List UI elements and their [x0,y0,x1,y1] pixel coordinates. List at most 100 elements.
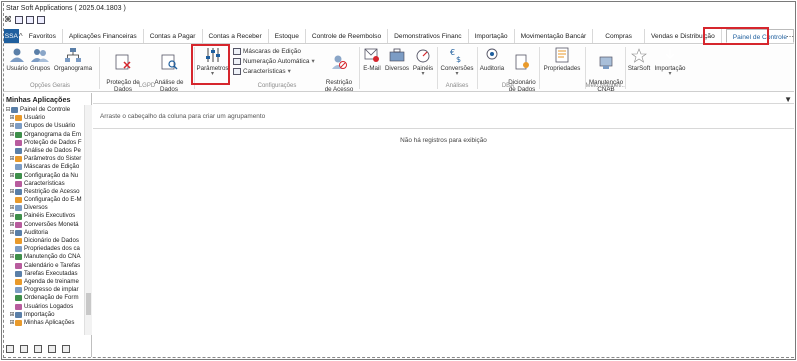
grid-icon[interactable] [15,16,23,24]
tab-estoque[interactable]: Estoque [269,29,306,43]
sidebar-item[interactable]: ⊟ Painel de Controle [5,106,84,114]
tree-item-icon [15,188,22,195]
sidebar-item[interactable]: ⊞ Diversos [5,204,84,212]
sidebar-item[interactable]: ⊞ Configuração da Nu [5,172,84,180]
email-button[interactable]: E-Mail [361,47,383,72]
sidebar: Minhas Aplicações ⊟ Painel de Controle ⊞ Us… [4,93,92,357]
sidebar-item[interactable]: Calendário e Tarefas [5,262,84,270]
tab-aplicacoes-financeiras[interactable]: Aplicações Financeiras [63,29,144,43]
group-label-dba: DBA [501,83,515,89]
sidebar-item[interactable]: ⊞ Minhas Aplicações [5,319,84,327]
org-chart-icon [65,48,81,62]
app-menu-icon[interactable]: ⌘ [4,16,12,24]
toolbox-icon [389,48,405,62]
sidebar-item-label: Características [24,179,65,187]
sidebar-item[interactable]: ⊞ Painéis Executivos [5,212,84,220]
table-icon[interactable] [26,16,34,24]
currency-conversion-icon: €$ [450,48,461,63]
save-icon[interactable] [6,345,14,353]
auditoria-button[interactable]: Auditoria [478,47,506,72]
conversoes-button[interactable]: € $ Conversões ▾ [439,47,475,77]
tree-item-icon [15,303,22,310]
sidebar-item[interactable]: Máscaras de Edição [5,163,84,171]
starsoft-button[interactable]: StarSoft [626,47,652,72]
sidebar-item[interactable]: ⊞ Organograma da Em [5,131,84,139]
tab-controle-de-reembolso[interactable]: Controle de Reembolso [306,29,389,43]
sidebar-item[interactable]: Usuários Logados [5,303,84,311]
sidebar-item-label: Usuário [24,114,45,122]
chart-icon[interactable] [48,345,56,353]
sidebar-item[interactable]: ⊞ Importação [5,311,84,319]
sidebar-tree: ⊟ Painel de Controle ⊞ Usuário ⊞ Grupos de Us… [5,106,84,327]
tab-importacao[interactable]: Importação [469,29,515,43]
importacao-button[interactable]: Importação ▾ [653,47,687,77]
sidebar-scrollbar[interactable] [84,105,92,335]
numeracao-automatica-button[interactable]: Numeração Automática ▾ [233,57,315,66]
sidebar-item-label: Máscaras de Edição [24,163,80,171]
grupos-button[interactable]: Grupos [29,47,51,72]
diversos-button[interactable]: Diversos [384,47,410,72]
group-separator [539,47,540,89]
tab-demonstrativos-financeiros[interactable]: Demonstrativos Financ [388,29,469,43]
sidebar-item[interactable]: ⊞ Manutenção do CNA [5,253,84,261]
tree-item-icon [15,123,22,130]
group-label-opcoes-gerais: Opções Gerais [29,83,71,89]
tree-item-icon [15,197,22,204]
grid-view-icon[interactable] [34,345,42,353]
print-icon[interactable] [20,345,28,353]
tab-contas-a-receber[interactable]: Contas a Receber [203,29,269,43]
sidebar-item[interactable]: ⊞ Restrição de Acesso [5,188,84,196]
sidebar-item[interactable]: Ordenação de Form [5,294,84,302]
sidebar-item[interactable]: Dicionário de Dados [5,237,84,245]
main-grid: ▼ Arraste o cabeçalho da coluna para cri… [93,93,794,357]
sidebar-footer-toolbar [6,345,70,353]
sidebar-item[interactable]: Configuração do E-M [5,196,84,204]
tree-item-icon [15,156,22,163]
tab-ssa[interactable]: SSA 2025 [4,29,19,55]
tree-item-icon [15,246,22,253]
tab-compras[interactable]: Compras [593,29,645,43]
dropdown-arrow-icon: ▾ [287,68,291,75]
sidebar-item[interactable]: Propriedades dos ca [5,245,84,253]
tree-item-icon [11,107,18,114]
dropdown-arrow-icon: ▾ [311,58,315,65]
usuario-button[interactable]: Usuário [6,47,28,72]
group-panel-hint[interactable]: Arraste o cabeçalho da coluna para criar… [93,105,794,129]
sidebar-scroll-thumb[interactable] [86,293,91,315]
paineis-button[interactable]: Painéis ▾ [411,47,435,77]
tab-highlight-box [703,27,769,45]
tab-movimentacao-bancaria[interactable]: Movimentação Bancár [515,29,594,43]
sidebar-item[interactable]: Progresso de implar [5,286,84,294]
sidebar-item[interactable]: Agenda de treiname [5,278,84,286]
tree-item-icon [15,279,22,286]
sidebar-item[interactable]: ⊞ Grupos de Usuário [5,122,84,130]
dashed-border-bottom [3,357,794,358]
sidebar-item[interactable]: Proteção de Dados F [5,139,84,147]
sidebar-item-label: Manutenção do CNA [24,253,81,261]
window-icon[interactable] [37,16,45,24]
caracteristicas-button[interactable]: Características ▾ [233,67,291,76]
tab-contas-a-pagar[interactable]: Contas a Pagar [144,29,203,43]
sidebar-item-label: Restrição de Acesso [24,187,80,195]
more-options-icon[interactable]: ⋯ [786,29,794,44]
tab-favoritos[interactable]: Favoritos [23,29,63,43]
sidebar-item[interactable]: ⊞ Usuário [5,114,84,122]
propriedades-button[interactable]: Propriedades [541,47,583,72]
sidebar-item[interactable]: Análise de Dados Pe [5,147,84,155]
sidebar-item[interactable]: ⊞ Auditoria [5,229,84,237]
filter-icon[interactable]: ▼ [784,95,792,104]
sidebar-item-label: Proteção de Dados F [24,138,82,146]
sidebar-item-label: Análise de Dados Pe [24,146,81,154]
ribbon-panel: Usuário Grupos Organograma Opções Gerais… [4,45,794,100]
sidebar-item-label: Configuração do E-M [24,196,82,204]
sidebar-item[interactable]: ⊞ Conversões Monetá [5,221,84,229]
sidebar-item[interactable]: ⊞ Parâmetros do Sister [5,155,84,163]
sidebar-item[interactable]: Características [5,180,84,188]
mascaras-edicao-button[interactable]: Máscaras de Edição [233,47,301,56]
sidebar-item-label: Organograma da Em [24,130,81,138]
sidebar-item-label: Dicionário de Dados [24,237,79,244]
filter-row[interactable]: ▼ [93,95,794,104]
organograma-button[interactable]: Organograma [52,47,94,72]
sidebar-item[interactable]: Tarefas Executadas [5,270,84,278]
export-icon[interactable] [62,345,70,353]
